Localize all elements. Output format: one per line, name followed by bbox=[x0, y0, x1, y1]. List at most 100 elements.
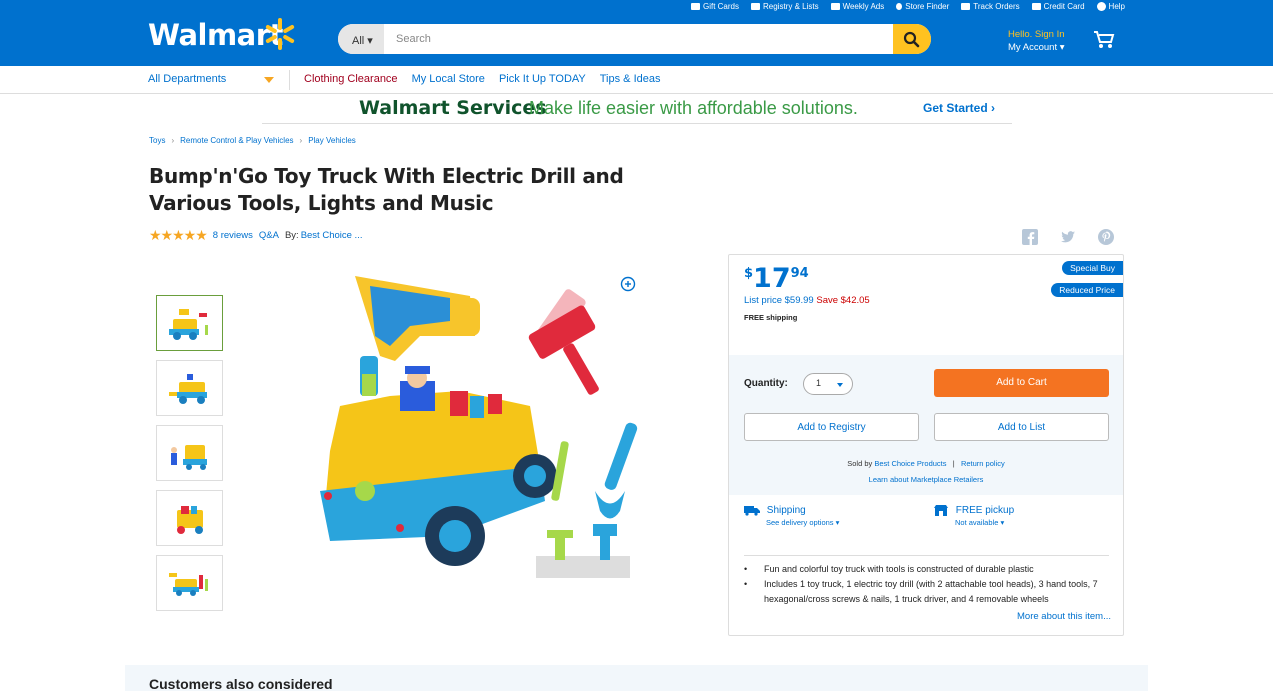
sold-by-label: Sold by bbox=[847, 459, 873, 468]
credit-card-icon bbox=[1031, 3, 1041, 10]
price-cents: 94 bbox=[790, 266, 809, 281]
breadcrumb: Toys › Remote Control & Play Vehicles › … bbox=[149, 136, 356, 145]
thumbnail-image bbox=[168, 573, 208, 596]
thumbnail-list bbox=[156, 295, 223, 620]
product-title: Bump'n'Go Toy Truck With Electric Drill … bbox=[149, 164, 624, 215]
reviews-link[interactable]: 8 reviews bbox=[213, 230, 253, 241]
search-button[interactable] bbox=[893, 24, 931, 54]
reduced-price-badge: Reduced Price bbox=[1051, 283, 1123, 297]
seller-link[interactable]: Best Choice Products bbox=[874, 459, 946, 468]
save-amount: Save $42.05 bbox=[816, 295, 870, 306]
price-currency: $ bbox=[744, 266, 754, 281]
thumbnail-2[interactable] bbox=[156, 360, 223, 416]
account-label: My Account ▾ bbox=[1008, 42, 1065, 53]
top-link-gift-cards[interactable]: Gift Cards bbox=[690, 2, 739, 11]
quantity-select[interactable]: 1 bbox=[803, 373, 853, 395]
department-nav: All Departments Clothing Clearance My Lo… bbox=[0, 66, 1273, 94]
search-category-label: All bbox=[352, 35, 365, 47]
free-shipping-note: FREE shipping bbox=[744, 313, 798, 322]
quantity-label: Quantity: bbox=[744, 378, 788, 389]
track-orders-icon bbox=[961, 3, 971, 10]
gift-card-icon bbox=[690, 3, 700, 10]
add-to-list-button[interactable]: Add to List bbox=[934, 413, 1109, 441]
pickup-option[interactable]: FREE pickup Not available ▾ bbox=[933, 505, 1014, 527]
breadcrumb-play-vehicles[interactable]: Play Vehicles bbox=[308, 136, 356, 145]
section-title: Customers also considered bbox=[149, 676, 333, 692]
list-price-row: List price $59.99 Save $42.05 bbox=[744, 295, 870, 306]
pinterest-icon[interactable] bbox=[1098, 229, 1114, 245]
search-bar: All ▾ Search bbox=[338, 24, 931, 54]
facebook-icon[interactable] bbox=[1022, 229, 1038, 245]
marketplace-link[interactable]: Learn about Marketplace Retailers bbox=[729, 472, 1123, 488]
account-menu[interactable]: Hello. Sign In My Account ▾ bbox=[1008, 28, 1065, 54]
customers-also-considered-section: Customers also considered bbox=[125, 665, 1148, 692]
cart-icon[interactable] bbox=[1093, 30, 1115, 50]
quantity-value: 1 bbox=[816, 378, 822, 388]
banner-tagline: Make life easier with affordable solutio… bbox=[529, 98, 858, 118]
weekly-ads-icon bbox=[830, 3, 840, 10]
store-icon bbox=[934, 505, 948, 516]
brand-link[interactable]: Best Choice ... bbox=[301, 230, 363, 241]
qa-link[interactable]: Q&A bbox=[259, 230, 279, 241]
thumbnail-5[interactable] bbox=[156, 555, 223, 611]
spark-icon[interactable] bbox=[262, 16, 298, 52]
top-link-registry[interactable]: Registry & Lists bbox=[751, 2, 819, 11]
top-links: Gift Cards Registry & Lists Weekly Ads S… bbox=[690, 2, 1125, 11]
list-price: List price $59.99 bbox=[744, 295, 814, 306]
nav-link-pick-it-up-today[interactable]: Pick It Up TODAY bbox=[499, 73, 586, 85]
shipping-label: Shipping bbox=[766, 505, 806, 517]
location-pin-icon bbox=[896, 3, 903, 10]
nav-link-tips-ideas[interactable]: Tips & Ideas bbox=[600, 73, 661, 85]
help-icon bbox=[1096, 2, 1106, 11]
rating-row: ★★★★★ 8 reviews Q&A By: Best Choice ... bbox=[149, 227, 362, 244]
registry-icon bbox=[751, 3, 760, 10]
top-link-track-orders[interactable]: Track Orders bbox=[961, 2, 1020, 11]
search-icon bbox=[903, 31, 920, 48]
nav-link-clothing-clearance[interactable]: Clothing Clearance bbox=[304, 73, 398, 85]
product-highlights: Fun and colorful toy truck with tools is… bbox=[744, 555, 1109, 607]
chevron-down-icon bbox=[837, 383, 843, 387]
top-link-credit-card[interactable]: Credit Card bbox=[1031, 2, 1085, 11]
chevron-right-icon: › bbox=[171, 136, 175, 145]
thumbnail-3[interactable] bbox=[156, 425, 223, 481]
chevron-down-icon[interactable] bbox=[264, 77, 274, 83]
breadcrumb-toys[interactable]: Toys bbox=[149, 136, 165, 145]
return-policy-link[interactable]: Return policy bbox=[961, 459, 1005, 468]
list-item: Fun and colorful toy truck with tools is… bbox=[744, 562, 1109, 577]
price-main: 17 bbox=[753, 263, 791, 294]
pickup-availability-link[interactable]: Not available ▾ bbox=[955, 518, 1014, 527]
top-link-weekly-ads[interactable]: Weekly Ads bbox=[830, 2, 884, 11]
breadcrumb-remote-control[interactable]: Remote Control & Play Vehicles bbox=[180, 136, 293, 145]
services-banner[interactable]: Walmart Services Make life easier with a… bbox=[262, 94, 1012, 124]
add-to-cart-button[interactable]: Add to Cart bbox=[934, 369, 1109, 397]
delivery-options-link[interactable]: See delivery options ▾ bbox=[766, 518, 839, 527]
thumbnail-1[interactable] bbox=[156, 295, 223, 351]
shipping-option[interactable]: Shipping See delivery options ▾ bbox=[744, 505, 839, 527]
star-rating-icon[interactable]: ★★★★★ bbox=[149, 227, 208, 244]
banner-get-started-link[interactable]: Get Started › bbox=[923, 101, 995, 115]
account-greeting: Hello. Sign In bbox=[1008, 29, 1065, 40]
thumbnail-image bbox=[168, 374, 207, 404]
nav-link-my-local-store[interactable]: My Local Store bbox=[412, 73, 485, 85]
purchase-actions: Quantity: 1 Add to Cart Add to Registry … bbox=[729, 355, 1123, 495]
buy-box: $1794 Special Buy Reduced Price List pri… bbox=[728, 254, 1124, 636]
more-about-item-link[interactable]: More about this item... bbox=[1013, 611, 1111, 622]
top-link-help[interactable]: Help bbox=[1096, 2, 1125, 11]
search-input[interactable]: Search bbox=[396, 33, 431, 45]
site-header: Walmart Gift Cards Registry & Lists Week… bbox=[0, 0, 1273, 66]
thumbnail-image bbox=[170, 445, 207, 470]
add-to-registry-button[interactable]: Add to Registry bbox=[744, 413, 919, 441]
nav-divider bbox=[289, 70, 290, 90]
top-link-store-finder[interactable]: Store Finder bbox=[896, 2, 949, 11]
all-departments-menu[interactable]: All Departments bbox=[148, 73, 226, 85]
thumbnail-4[interactable] bbox=[156, 490, 223, 546]
twitter-icon[interactable] bbox=[1060, 229, 1076, 245]
product-main-image[interactable] bbox=[300, 266, 650, 586]
search-category-select[interactable]: All ▾ bbox=[338, 24, 384, 54]
thumbnail-image bbox=[168, 309, 208, 340]
banner-brand: Walmart Services bbox=[359, 97, 547, 119]
social-share bbox=[1022, 229, 1114, 245]
zoom-icon[interactable] bbox=[620, 276, 636, 292]
chevron-right-icon: › bbox=[299, 136, 303, 145]
price: $1794 bbox=[744, 263, 809, 294]
